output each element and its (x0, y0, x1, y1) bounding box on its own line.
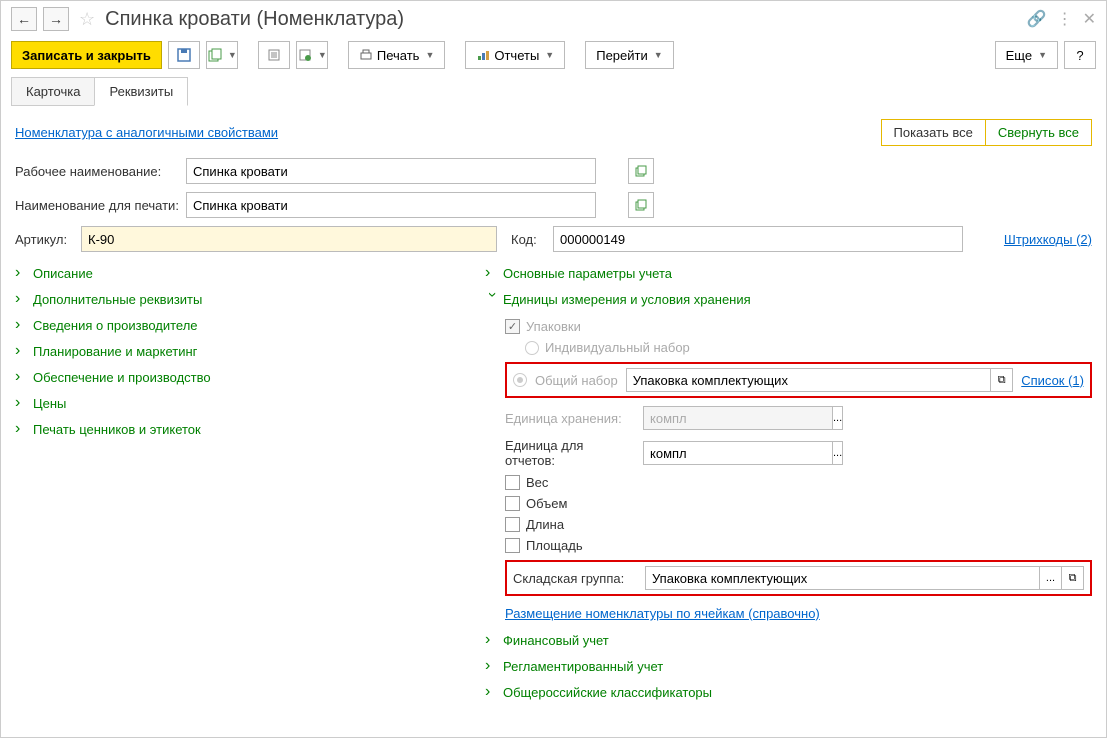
link-icon[interactable]: 🔗 (1027, 9, 1047, 29)
work-name-input[interactable] (186, 158, 596, 184)
back-button[interactable]: ← (11, 7, 37, 31)
common-label: Общий набор (535, 373, 618, 388)
tabs: Карточка Реквизиты (1, 77, 1106, 107)
titlebar: ← → ☆ Спинка кровати (Номенклатура) 🔗 ⋮ … (1, 1, 1106, 37)
collapse-all-button[interactable]: Свернуть все (986, 120, 1091, 145)
right-tree: ›Основные параметры учета ›Единицы измер… (485, 260, 1092, 705)
window-title: Спинка кровати (Номенклатура) (105, 8, 1021, 31)
tree-classifiers[interactable]: ›Общероссийские классификаторы (485, 679, 1092, 705)
warehouse-group-select-button[interactable]: ... (1040, 566, 1062, 590)
tree-financial[interactable]: ›Финансовый учет (485, 627, 1092, 653)
reports-button[interactable]: Отчеты▼ (465, 41, 565, 69)
storage-unit-label: Единица хранения: (505, 411, 635, 426)
storage-unit-input (643, 406, 833, 430)
barcodes-link[interactable]: Штрихкоды (2) (1004, 232, 1092, 247)
article-input[interactable] (81, 226, 497, 252)
common-set-open-button[interactable]: ⧉ (991, 368, 1013, 392)
tree-description[interactable]: ›Описание (15, 260, 465, 286)
similar-link[interactable]: Номенклатура с аналогичными свойствами (15, 125, 278, 140)
left-tree: ›Описание ›Дополнительные реквизиты ›Све… (15, 260, 465, 705)
code-input[interactable] (553, 226, 963, 252)
star-icon[interactable]: ☆ (79, 9, 95, 30)
toolbar: Записать и закрыть ▼ ▼ Печать▼ Отчеты▼ П… (1, 37, 1106, 77)
tree-units[interactable]: ›Единицы измерения и условия хранения (485, 286, 1092, 312)
main-window: ← → ☆ Спинка кровати (Номенклатура) 🔗 ⋮ … (0, 0, 1107, 738)
area-label: Площадь (526, 538, 583, 553)
show-all-button[interactable]: Показать все (882, 120, 986, 145)
common-set-highlight: Общий набор ⧉ Список (1) (505, 362, 1092, 398)
warehouse-group-highlight: Складская группа: ... ⧉ (505, 560, 1092, 596)
work-name-action-button[interactable] (628, 158, 654, 184)
print-name-label: Наименование для печати: (15, 198, 180, 213)
menu-icon[interactable]: ⋮ (1057, 9, 1073, 29)
storage-unit-select-button[interactable]: ... (833, 406, 843, 430)
code-label: Код: (511, 232, 547, 247)
tree-additional[interactable]: ›Дополнительные реквизиты (15, 286, 465, 312)
close-icon[interactable]: ✕ (1083, 9, 1096, 29)
print-name-action-button[interactable] (628, 192, 654, 218)
list-dropdown-button[interactable]: ▼ (296, 41, 328, 69)
more-button[interactable]: Еще▼ (995, 41, 1058, 69)
tree-planning[interactable]: ›Планирование и маркетинг (15, 338, 465, 364)
area-checkbox[interactable] (505, 538, 520, 553)
warehouse-group-label: Складская группа: (513, 571, 633, 586)
forward-button[interactable]: → (43, 7, 69, 31)
report-unit-select-button[interactable]: ... (833, 441, 843, 465)
help-button[interactable]: ? (1064, 41, 1096, 69)
units-section: ✓ Упаковки Индивидуальный набор Общий на… (485, 316, 1092, 627)
article-label: Артикул: (15, 232, 75, 247)
save-button[interactable] (168, 41, 200, 69)
volume-label: Объем (526, 496, 567, 511)
tree-manufacturer[interactable]: ›Сведения о производителе (15, 312, 465, 338)
length-checkbox[interactable] (505, 517, 520, 532)
individual-label: Индивидуальный набор (545, 340, 690, 355)
tree-labels[interactable]: ›Печать ценников и этикеток (15, 416, 465, 442)
print-name-input[interactable] (186, 192, 596, 218)
placement-link[interactable]: Размещение номенклатуры по ячейкам (спра… (505, 606, 820, 621)
content-area: Номенклатура с аналогичными свойствами П… (1, 107, 1106, 737)
work-name-label: Рабочее наименование: (15, 164, 180, 179)
list-link[interactable]: Список (1) (1021, 373, 1084, 388)
tree-main-params[interactable]: ›Основные параметры учета (485, 260, 1092, 286)
report-unit-label: Единица для отчетов: (505, 438, 635, 468)
expand-collapse-group: Показать все Свернуть все (881, 119, 1093, 146)
volume-checkbox[interactable] (505, 496, 520, 511)
packages-label: Упаковки (526, 319, 581, 334)
common-radio (513, 373, 527, 387)
goto-button[interactable]: Перейти▼ (585, 41, 673, 69)
list-button[interactable] (258, 41, 290, 69)
common-set-input[interactable] (626, 368, 992, 392)
tree-supply[interactable]: ›Обеспечение и производство (15, 364, 465, 390)
warehouse-group-input[interactable] (645, 566, 1040, 590)
weight-label: Вес (526, 475, 548, 490)
warehouse-group-open-button[interactable]: ⧉ (1062, 566, 1084, 590)
report-unit-input[interactable] (643, 441, 833, 465)
tab-card[interactable]: Карточка (11, 77, 95, 106)
packages-checkbox: ✓ (505, 319, 520, 334)
weight-checkbox[interactable] (505, 475, 520, 490)
tree-prices[interactable]: ›Цены (15, 390, 465, 416)
copy-button[interactable]: ▼ (206, 41, 238, 69)
save-close-button[interactable]: Записать и закрыть (11, 41, 162, 69)
individual-radio (525, 341, 539, 355)
length-label: Длина (526, 517, 564, 532)
tab-requisites[interactable]: Реквизиты (94, 77, 188, 106)
tree-regulated[interactable]: ›Регламентированный учет (485, 653, 1092, 679)
print-button[interactable]: Печать▼ (348, 41, 446, 69)
